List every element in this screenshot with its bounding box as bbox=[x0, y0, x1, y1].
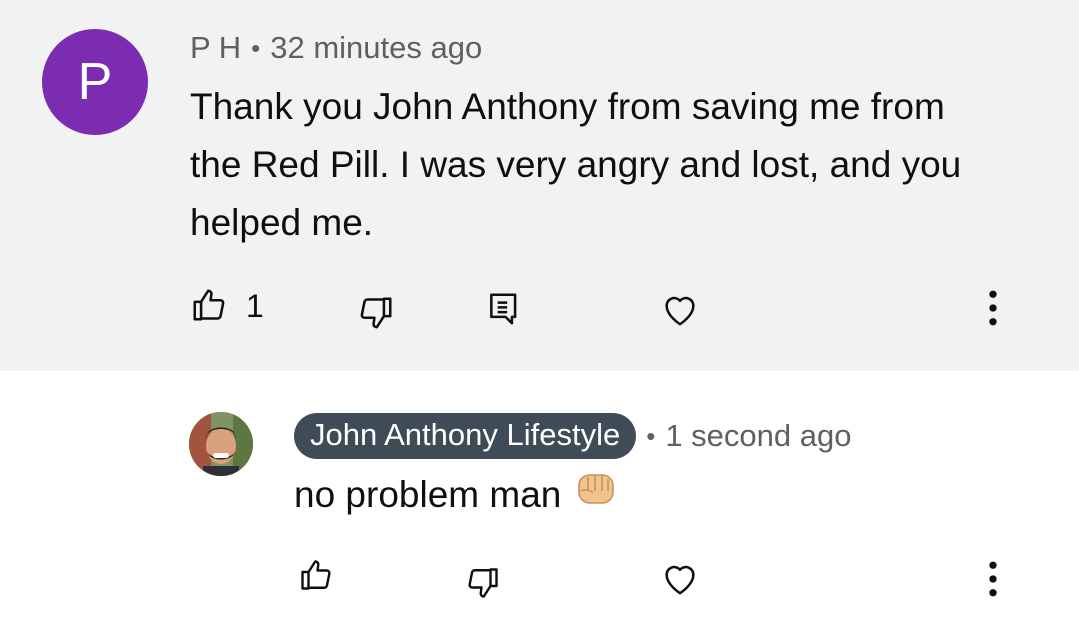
heart-button[interactable] bbox=[660, 290, 700, 330]
dislike-button[interactable] bbox=[357, 294, 395, 332]
comment-icon bbox=[485, 290, 523, 328]
avatar-letter: P bbox=[77, 53, 113, 111]
like-count: 1 bbox=[246, 288, 264, 324]
comment-meta: P H • 32 minutes ago bbox=[190, 30, 482, 66]
heart-icon bbox=[660, 559, 700, 599]
more-options-button[interactable] bbox=[975, 557, 1011, 601]
more-vert-icon bbox=[975, 557, 1011, 601]
comment-thread: P P H • 32 minutes ago Thank you John An… bbox=[0, 0, 1079, 371]
dislike-button[interactable] bbox=[465, 565, 501, 601]
avatar[interactable]: P bbox=[42, 29, 148, 135]
heart-icon bbox=[660, 290, 700, 330]
reply-time: 1 second ago bbox=[665, 418, 852, 453]
thumbs-down-icon bbox=[465, 565, 501, 601]
author-badge[interactable]: John Anthony Lifestyle bbox=[294, 413, 637, 459]
reply-comment: John Anthony Lifestyle • 1 second ago no… bbox=[0, 371, 1079, 642]
like-button[interactable] bbox=[190, 286, 228, 324]
meta-separator: • bbox=[251, 32, 261, 63]
more-options-button[interactable] bbox=[975, 286, 1011, 330]
comment-time: 32 minutes ago bbox=[270, 30, 483, 65]
more-vert-icon bbox=[975, 286, 1011, 330]
profile-photo-icon bbox=[189, 412, 253, 476]
meta-separator: • bbox=[646, 420, 656, 451]
comment-author[interactable]: P H bbox=[190, 30, 241, 66]
reply-actions bbox=[0, 555, 1079, 605]
like-button[interactable] bbox=[298, 557, 334, 593]
reply-meta: John Anthony Lifestyle • 1 second ago bbox=[294, 413, 851, 459]
thumbs-down-icon bbox=[357, 294, 395, 332]
thumbs-up-icon bbox=[190, 286, 228, 324]
comment-actions: 1 bbox=[0, 282, 1079, 332]
heart-button[interactable] bbox=[660, 559, 700, 599]
reply-text: no problem man bbox=[294, 473, 562, 515]
comment-text: Thank you John Anthony from saving me fr… bbox=[190, 86, 962, 243]
avatar[interactable] bbox=[189, 412, 253, 476]
reply-text-row: no problem man bbox=[294, 471, 615, 518]
fist-bump-icon bbox=[575, 471, 615, 518]
reply-button[interactable] bbox=[485, 290, 523, 328]
thumbs-up-icon bbox=[298, 557, 334, 593]
